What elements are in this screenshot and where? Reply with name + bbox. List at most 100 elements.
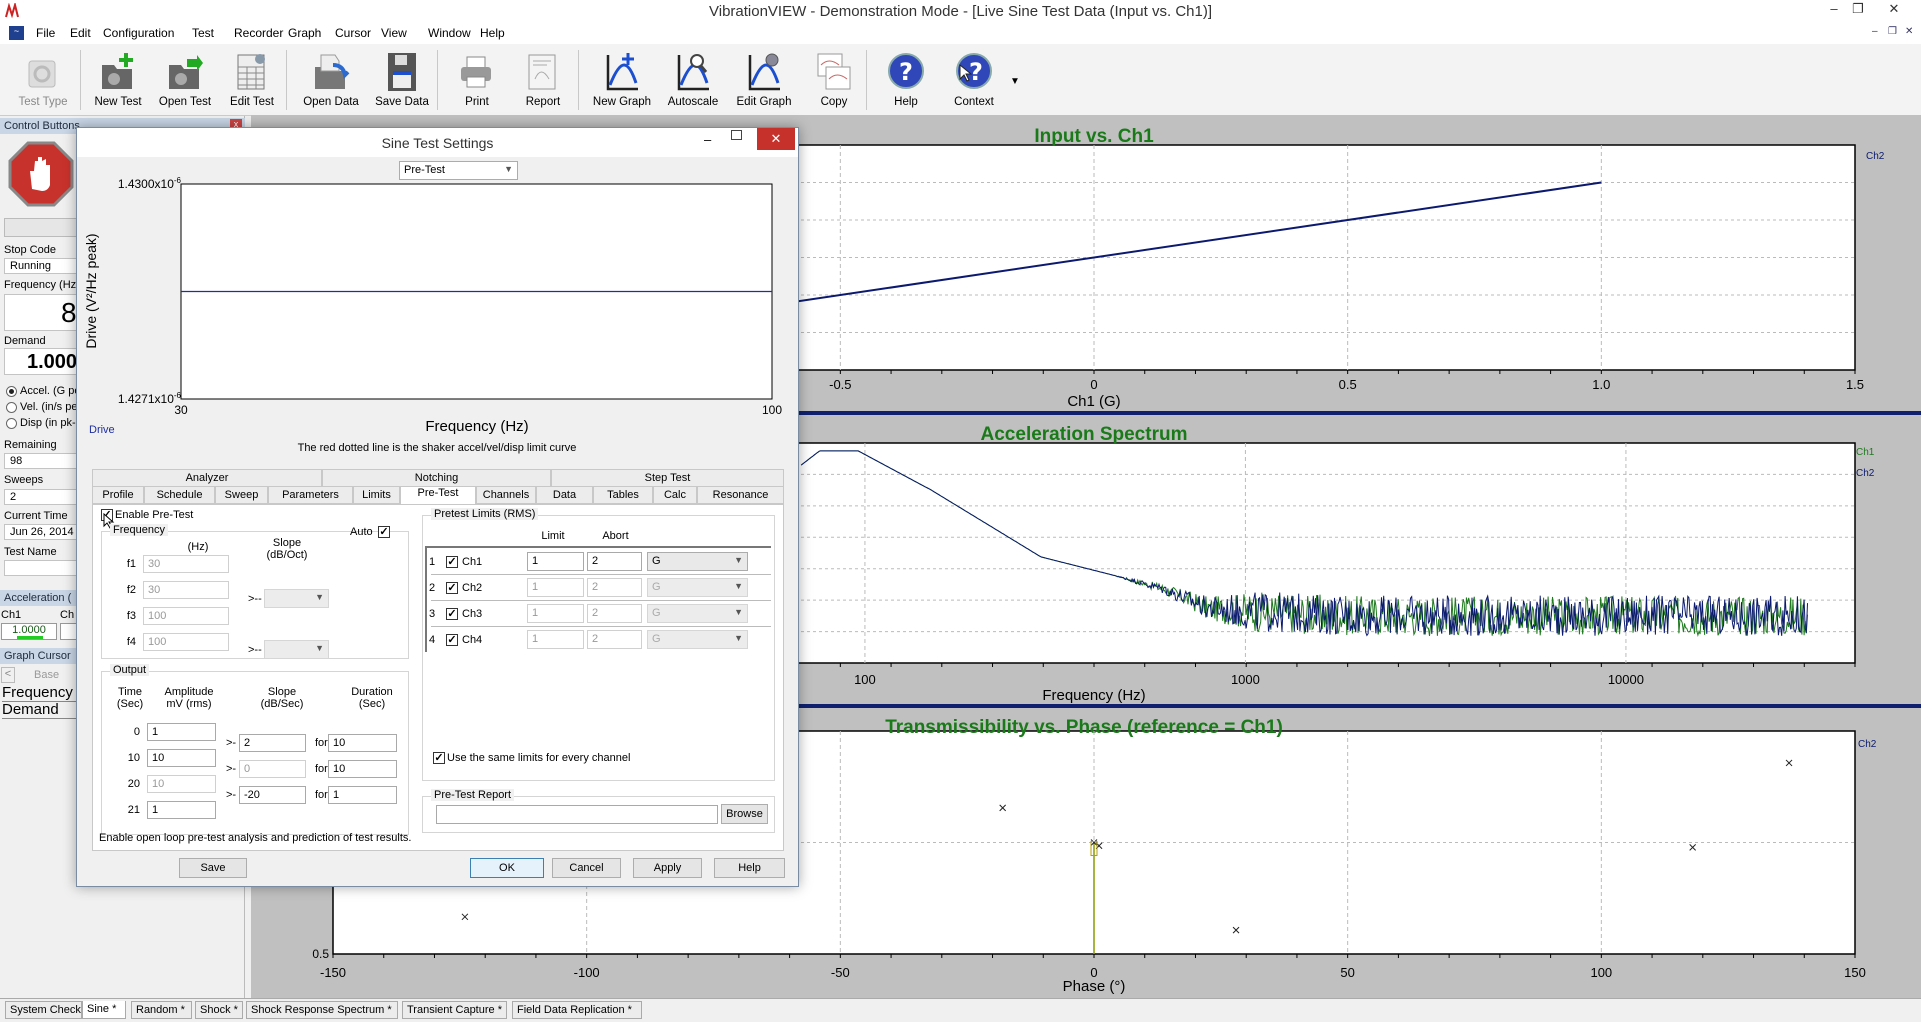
minimize-button[interactable]: – [1822,1,1846,19]
toolbar-button-label: Save Data [375,96,429,108]
same-limits-checkbox[interactable]: ✓ [433,752,445,764]
close-button[interactable]: ✕ [1882,1,1906,19]
bottom-tab-sine[interactable]: Sine * [82,1001,126,1019]
slope-select-1[interactable]: ▼ [264,589,329,608]
amplitude-input[interactable]: 1 [147,801,216,819]
menu-configuration[interactable]: Configuration [103,26,174,40]
help-button[interactable]: Help [714,858,785,878]
disp-radio[interactable] [6,418,17,429]
channel-label: Ch4 [462,634,483,646]
toolbar-context-button[interactable]: ? Context [942,48,1006,114]
tab-profile[interactable]: Profile [92,486,144,504]
bottom-tab-transient-capture[interactable]: Transient Capture * [402,1001,507,1019]
menu-help[interactable]: Help [480,26,505,40]
arrow-label: >-- [248,644,262,656]
tab-sweep[interactable]: Sweep [215,486,268,504]
frequency-f2-input[interactable]: 30 [143,581,229,599]
tab-notching[interactable]: Notching [322,469,551,487]
amplitude-input[interactable]: 1 [147,723,216,741]
slope-input[interactable]: 2 [239,734,306,752]
ok-button[interactable]: OK [470,858,544,878]
toolbar-open-data-button[interactable]: Open Data [299,48,363,114]
report-path-input[interactable] [436,805,718,824]
tab-limits[interactable]: Limits [353,486,400,504]
mdi-close-button[interactable]: ✕ [1905,26,1913,37]
channel-enable-checkbox[interactable]: ✓ [446,556,458,568]
toolbar-copy-button[interactable]: Copy [802,48,866,114]
toolbar-new-graph-button[interactable]: New Graph [590,48,654,114]
duration-input[interactable]: 10 [328,734,397,752]
tab-step-test[interactable]: Step Test [551,469,784,487]
menu-edit[interactable]: Edit [70,26,91,40]
cursor-prev-button[interactable]: < [1,667,15,683]
accel-radio[interactable] [6,386,17,397]
menu-graph[interactable]: Graph [288,26,321,40]
stop-button[interactable] [8,141,74,207]
bottom-tab-field-data-replication[interactable]: Field Data Replication * [512,1001,642,1019]
menu-view[interactable]: View [381,26,407,40]
unit-select[interactable]: G ▼ [647,552,748,571]
frequency-f1-input[interactable]: 30 [143,555,229,573]
toolbar-edit-graph-button[interactable]: Edit Graph [732,48,796,114]
toolbar-open-test-button[interactable]: Open Test [153,48,217,114]
menu-cursor[interactable]: Cursor [335,26,371,40]
tab-data[interactable]: Data [536,486,593,504]
limit-input[interactable]: 1 [527,552,584,571]
tab-schedule[interactable]: Schedule [144,486,215,504]
dialog-minimize-button[interactable]: – [704,132,711,147]
tab-channels[interactable]: Channels [476,486,536,504]
toolbar-report-button[interactable]: Report [511,48,575,114]
amplitude-input[interactable]: 10 [147,749,216,767]
vel-radio[interactable] [6,402,17,413]
menu-recorder[interactable]: Recorder [234,26,283,40]
tab-calc[interactable]: Calc [653,486,697,504]
bottom-tab-shock-response-spectrum[interactable]: Shock Response Spectrum * [246,1001,398,1019]
mdi-minimize-button[interactable]: – [1872,26,1878,37]
tab-resonance[interactable]: Resonance [697,486,784,504]
apply-button[interactable]: Apply [633,858,702,878]
browse-button[interactable]: Browse [721,804,768,824]
test-type-icon [28,60,56,88]
dialog-close-button[interactable]: ✕ [757,128,795,150]
cancel-button[interactable]: Cancel [552,858,621,878]
toolbar-new-test-button[interactable]: New Test [86,48,150,114]
toolbar-autoscale-button[interactable]: Autoscale [661,48,725,114]
toolbar-edit-test-button[interactable]: Edit Test [220,48,284,114]
dialog-maximize-button[interactable] [731,130,742,140]
frequency-f3-input[interactable]: 100 [143,607,229,625]
tab-tables[interactable]: Tables [593,486,653,504]
menu-file[interactable]: File [36,26,55,40]
bottom-tab-shock[interactable]: Shock * [195,1001,243,1019]
toolbar-help-button[interactable]: ? Help [874,48,938,114]
tab-parameters[interactable]: Parameters [268,486,353,504]
channel-enable-checkbox[interactable]: ✓ [446,608,458,620]
restore-button[interactable]: ❐ [1846,1,1870,19]
frequency-f4-input[interactable]: 100 [143,633,229,651]
mdi-restore-button[interactable]: ❐ [1888,26,1897,37]
bottom-tab-system-check[interactable]: System Check [5,1001,82,1019]
toolbar-save-data-button[interactable]: Save Data [370,48,434,114]
menu-test[interactable]: Test [192,26,214,40]
slope-input[interactable]: -20 [239,786,306,804]
slope-select-2[interactable]: ▼ [264,640,329,659]
edit-graph-icon [748,53,780,91]
drive-y-tick-mantissa: 1.4300x10 [118,177,174,191]
toolbar-print-button[interactable]: Print [445,48,509,114]
toolbar-overflow-dropdown[interactable]: ▼ [1010,76,1020,87]
pretest-limits-legend: Pretest Limits (RMS) [431,508,539,520]
document-icon[interactable]: ~ [9,26,24,40]
abort-input[interactable]: 2 [587,552,642,571]
channel-enable-checkbox[interactable]: ✓ [446,582,458,594]
ch1-value-text: 1.0000 [12,624,46,636]
bottom-tab-random[interactable]: Random * [131,1001,192,1019]
save-button[interactable]: Save [179,858,247,878]
tab-pre-test[interactable]: Pre-Test [400,484,476,504]
tab-analyzer[interactable]: Analyzer [92,469,322,487]
cursor-base-button[interactable]: Base [34,669,59,681]
duration-input[interactable]: 1 [328,786,397,804]
unit-select-value: G [652,607,661,619]
duration-input[interactable]: 10 [328,760,397,778]
menu-window[interactable]: Window [428,26,471,40]
channel-enable-checkbox[interactable]: ✓ [446,634,458,646]
auto-checkbox[interactable]: ✓ [378,526,390,538]
